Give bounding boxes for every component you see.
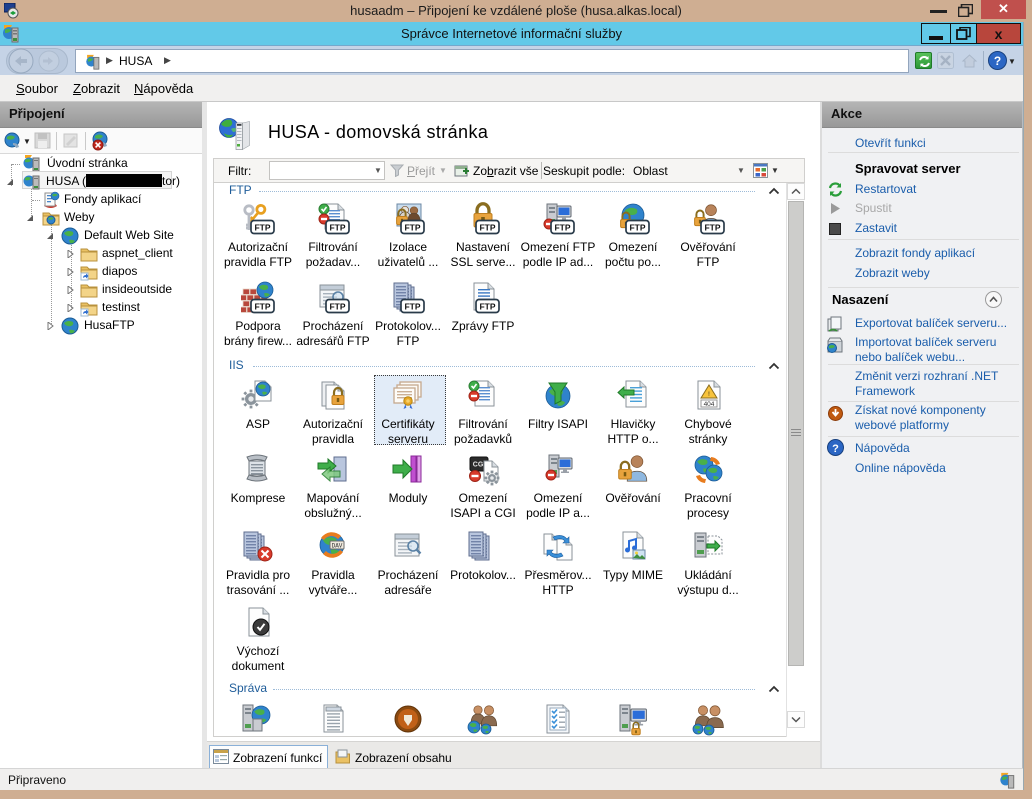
svg-text:FTP: FTP — [404, 223, 420, 233]
svg-text:?: ? — [994, 54, 1001, 68]
svg-text:404: 404 — [704, 401, 715, 408]
svg-text:FTP: FTP — [479, 223, 495, 233]
svg-text:DAV: DAV — [332, 543, 343, 550]
svg-text:FTP: FTP — [254, 302, 270, 312]
svg-text:FTP: FTP — [629, 223, 645, 233]
svg-text:FTP: FTP — [404, 302, 420, 312]
svg-text:FTP: FTP — [704, 223, 720, 233]
svg-text:FTP: FTP — [329, 302, 345, 312]
svg-text:?: ? — [832, 443, 839, 455]
svg-text:FTP: FTP — [554, 223, 570, 233]
svg-text:FTP: FTP — [479, 302, 495, 312]
svg-text:FTP: FTP — [329, 223, 345, 233]
svg-text:CGI: CGI — [473, 462, 486, 469]
svg-text:FTP: FTP — [254, 223, 270, 233]
